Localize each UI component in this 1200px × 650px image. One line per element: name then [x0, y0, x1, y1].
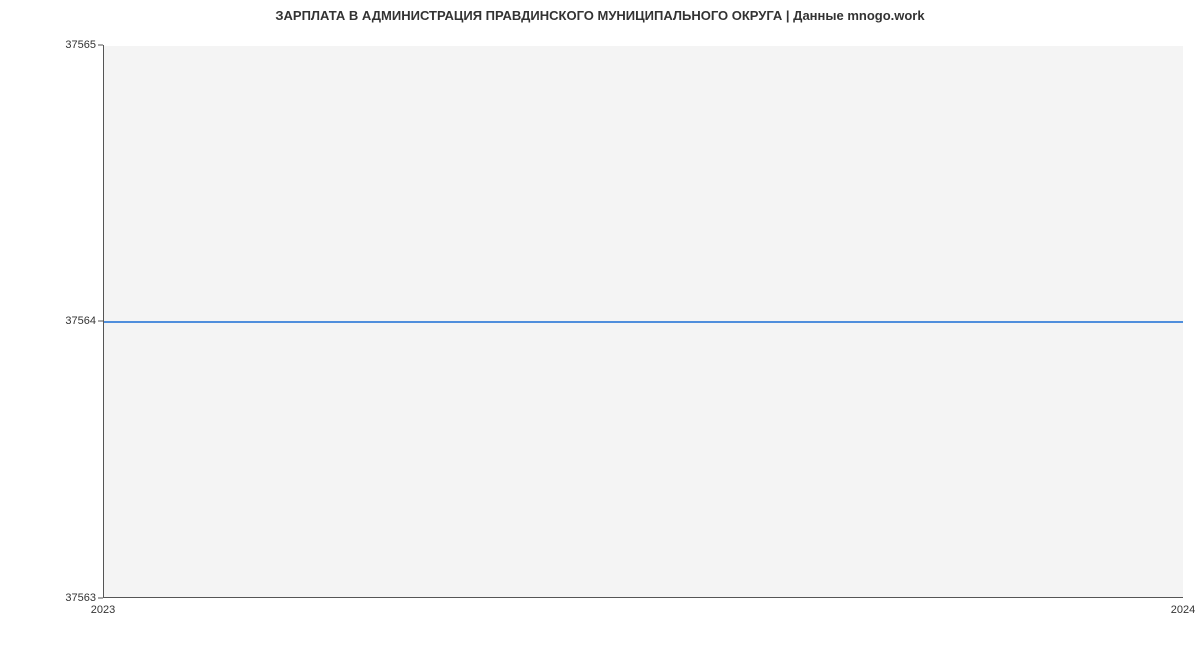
y-tick-label: 37564 — [6, 315, 96, 327]
x-tick-label: 2023 — [91, 604, 115, 616]
plot-area — [103, 45, 1183, 598]
chart-title: ЗАРПЛАТА В АДМИНИСТРАЦИЯ ПРАВДИНСКОГО МУ… — [0, 8, 1200, 23]
x-tick-label: 2024 — [1171, 604, 1195, 616]
gridline — [104, 45, 1183, 46]
series-line — [104, 321, 1183, 323]
y-tick-label: 37563 — [6, 592, 96, 604]
y-tick-label: 37565 — [6, 39, 96, 51]
line-chart: ЗАРПЛАТА В АДМИНИСТРАЦИЯ ПРАВДИНСКОГО МУ… — [0, 0, 1200, 650]
